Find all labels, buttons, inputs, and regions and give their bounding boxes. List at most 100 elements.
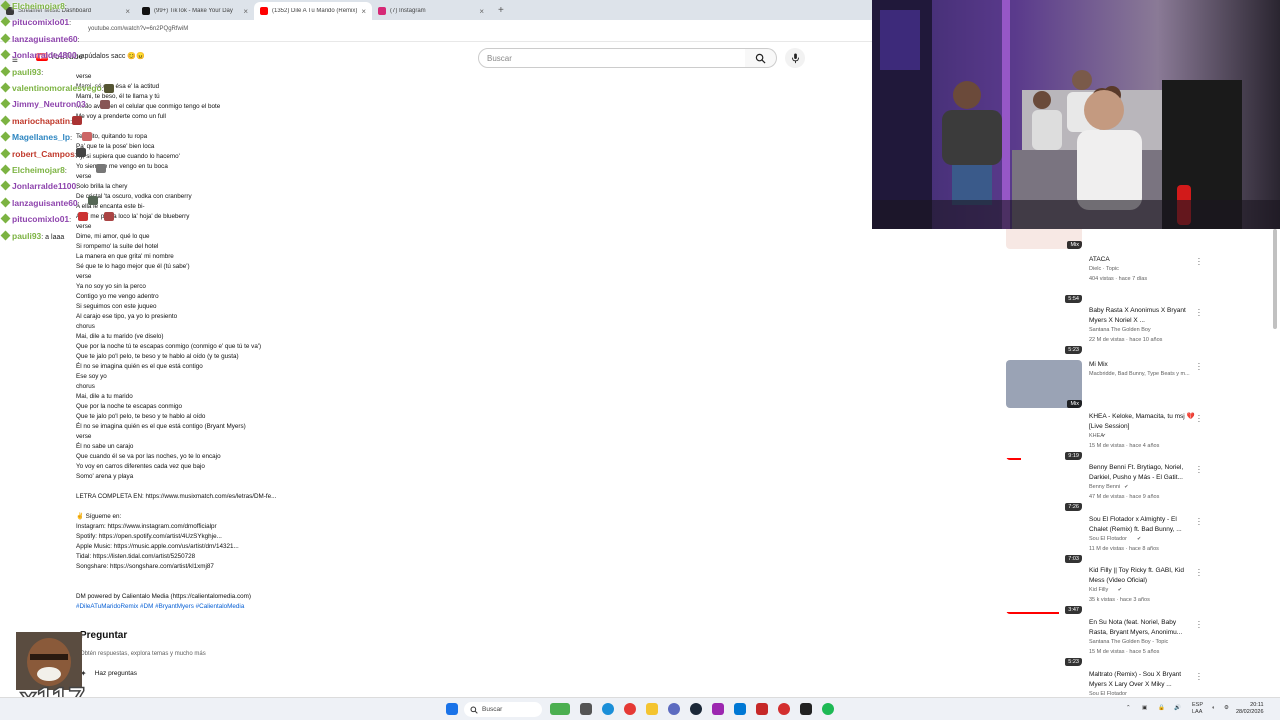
channel-name[interactable]: Benny Benni	[1089, 484, 1120, 490]
browser-tab[interactable]: (7) Instagram ×	[372, 2, 490, 20]
chat-username[interactable]: pitucomixlo01	[12, 214, 69, 224]
edge-icon[interactable]	[602, 703, 614, 715]
video-title[interactable]: ATACA	[1089, 255, 1195, 265]
search-button[interactable]	[745, 48, 777, 68]
close-tab-icon[interactable]: ×	[479, 7, 484, 16]
search-input[interactable]: Buscar	[478, 48, 746, 68]
recommended-video[interactable]: 9:19 KHEA - Keloke, Mamacita, tu msj 💔 [L…	[1000, 412, 1272, 462]
chat-username[interactable]: valentinomoralesvego	[12, 83, 102, 93]
taskbar-clock[interactable]: 20:11 28/02/2026	[1236, 702, 1264, 716]
tray-chevron-icon[interactable]: ⌃	[1126, 705, 1131, 711]
voice-search-button[interactable]	[785, 48, 805, 68]
copilot-icon[interactable]	[668, 703, 680, 715]
more-options-icon[interactable]: · · ·	[1197, 618, 1201, 632]
channel-name[interactable]: Santana The Golden Boy - Topic	[1089, 639, 1168, 645]
channel-name[interactable]: Sou El Flotador	[1089, 536, 1127, 542]
more-options-icon[interactable]: · · ·	[1197, 515, 1201, 529]
browser-tab[interactable]: (99+) TikTok - Make Your Day ×	[136, 2, 254, 20]
badge-icon	[0, 0, 11, 11]
video-thumbnail[interactable]: 9:19	[1006, 412, 1082, 460]
description-hashtags[interactable]: #DileATuMaridoRemix #DM #BryantMyers #Ca…	[76, 602, 596, 612]
ask-questions-button[interactable]: ✦ Haz preguntas	[80, 669, 137, 678]
more-options-icon[interactable]: · · ·	[1197, 670, 1201, 684]
tray-lock-icon[interactable]: 🔒	[1158, 705, 1165, 711]
app-icon[interactable]	[712, 703, 724, 715]
widgets-icon[interactable]	[550, 703, 570, 715]
tray-app-icon[interactable]: ▣	[1142, 705, 1147, 711]
chat-username[interactable]: lanzaguisante60	[12, 34, 78, 44]
more-options-icon[interactable]: · · ·	[1197, 566, 1201, 580]
video-title[interactable]: Mi Mix	[1089, 360, 1195, 370]
recommended-video[interactable]: 3:47 Kid Filly || Toy Ricky ft. GABI, Kid…	[1000, 566, 1272, 616]
description-line: Que por la noche tú te escapas conmigo (…	[76, 343, 262, 350]
chat-username[interactable]: lanzaguisante60	[12, 198, 78, 208]
chat-username[interactable]: Jonlarralde4800	[12, 50, 77, 60]
folder-icon[interactable]	[646, 703, 658, 715]
chat-username[interactable]: pitucomixlo01	[12, 17, 69, 27]
chat-username[interactable]: Magellanes_lp	[12, 132, 70, 142]
video-title[interactable]: Maltrato (Remix) - Sou X Bryant Myers X …	[1089, 670, 1195, 690]
spotify-icon[interactable]	[822, 703, 834, 715]
video-title[interactable]: Sou El Flotador x Almighty - El Chalet (…	[1089, 515, 1195, 535]
recommended-video[interactable]: 7:26 Benny Benni Ft. Brytiago, Noriel, Da…	[1000, 463, 1272, 513]
chat-username[interactable]: Elcheimojar8	[12, 1, 65, 11]
recommended-video[interactable]: 5:23 Baby Rasta X Anonimus X Bryant Myers…	[1000, 306, 1272, 356]
description-line: De cristal 'ta oscuro, vodka con cranber…	[76, 193, 192, 200]
video-title[interactable]: En Su Nota (feat. Noriel, Baby Rasta, Br…	[1089, 618, 1195, 638]
chat-username[interactable]: robert_Campos	[12, 149, 75, 159]
taskbar-search[interactable]: Buscar	[464, 702, 542, 717]
more-options-icon[interactable]: · · ·	[1197, 463, 1201, 477]
video-thumbnail[interactable]: 3:47	[1006, 566, 1082, 614]
tab-label: (99+) TikTok - Make Your Day	[154, 8, 233, 14]
video-thumbnail[interactable]: 7:03	[1006, 515, 1082, 563]
recommended-video[interactable]: 7:03 Sou El Flotador x Almighty - El Chal…	[1000, 515, 1272, 565]
channel-name[interactable]: Dielc · Topic	[1089, 266, 1119, 272]
steam-icon[interactable]	[690, 703, 702, 715]
mail-icon[interactable]	[734, 703, 746, 715]
tray-network-icon[interactable]: ◐	[1212, 705, 1215, 711]
chat-username[interactable]: mariochapatin	[12, 116, 70, 126]
video-title[interactable]: Kid Filly || Toy Ricky ft. GABI, Kid Mes…	[1089, 566, 1195, 586]
chat-username[interactable]: Jonlarralde1100	[12, 181, 76, 191]
channel-name[interactable]: Macbridde, Bad Bunny, Type Beats y m...	[1089, 371, 1190, 377]
browser-tab[interactable]: (1352) Dile A Tu Marido (Remix) ×	[254, 2, 372, 20]
tray-language[interactable]: ESP LAA	[1192, 702, 1203, 716]
description-line: Me voy a prenderte como un full	[76, 113, 166, 120]
recommended-video[interactable]: Mix Mi Mix Macbridde, Bad Bunny, Type Beat…	[1000, 360, 1272, 410]
tray-sound-icon[interactable]: 🔊	[1174, 705, 1181, 711]
channel-name[interactable]: Kid Filly	[1089, 587, 1108, 593]
more-options-icon[interactable]: · · ·	[1197, 412, 1201, 426]
video-thumbnail[interactable]: 5:54	[1006, 255, 1082, 303]
chat-username[interactable]: Elcheimojar8	[12, 165, 65, 175]
chrome-icon[interactable]	[624, 703, 636, 715]
video-duration: Mix	[1067, 400, 1082, 408]
video-title[interactable]: Baby Rasta X Anonimus X Bryant Myers X N…	[1089, 306, 1195, 326]
more-options-icon[interactable]: · · ·	[1197, 360, 1201, 374]
more-options-icon[interactable]: · · ·	[1197, 306, 1201, 320]
close-tab-icon[interactable]: ×	[361, 7, 366, 16]
more-options-icon[interactable]: · · ·	[1197, 255, 1201, 269]
video-title[interactable]: Benny Benni Ft. Brytiago, Noriel, Darkie…	[1089, 463, 1195, 483]
obs-icon[interactable]	[800, 703, 812, 715]
video-thumbnail[interactable]: 7:26	[1006, 463, 1082, 511]
game-icon[interactable]	[756, 703, 768, 715]
tray-settings-icon[interactable]: ⚙	[1224, 705, 1229, 711]
file-icon[interactable]	[580, 703, 592, 715]
video-thumbnail[interactable]: Mix	[1006, 360, 1082, 408]
scrollbar[interactable]	[1273, 229, 1277, 329]
new-tab-icon[interactable]: +	[498, 5, 504, 16]
windows-start-icon[interactable]	[446, 703, 458, 715]
recommended-video[interactable]: 5:23 En Su Nota (feat. Noriel, Baby Rasta…	[1000, 618, 1272, 668]
video-thumbnail[interactable]: 5:23	[1006, 618, 1082, 666]
windows-taskbar: Buscar ⌃ ▣ 🔒 🔊 ESP LAA ◐ ⚙ 20:11 28/02/2…	[0, 697, 1280, 720]
video-title[interactable]: KHEA - Keloke, Mamacita, tu msj 💔 [Live …	[1089, 412, 1195, 432]
chat-username[interactable]: Jimmy_Neutron03	[12, 99, 86, 109]
close-tab-icon[interactable]: ×	[243, 7, 248, 16]
recommended-video[interactable]: 5:54 ATACA Dielc · Topic 404 vistas · hace …	[1000, 255, 1272, 305]
video-thumbnail[interactable]: 5:23	[1006, 306, 1082, 354]
chat-username[interactable]: pauli93	[12, 231, 41, 241]
channel-name[interactable]: Santana The Golden Boy	[1089, 327, 1151, 333]
chat-username[interactable]: pauli93	[12, 67, 41, 77]
record-icon[interactable]	[778, 703, 790, 715]
